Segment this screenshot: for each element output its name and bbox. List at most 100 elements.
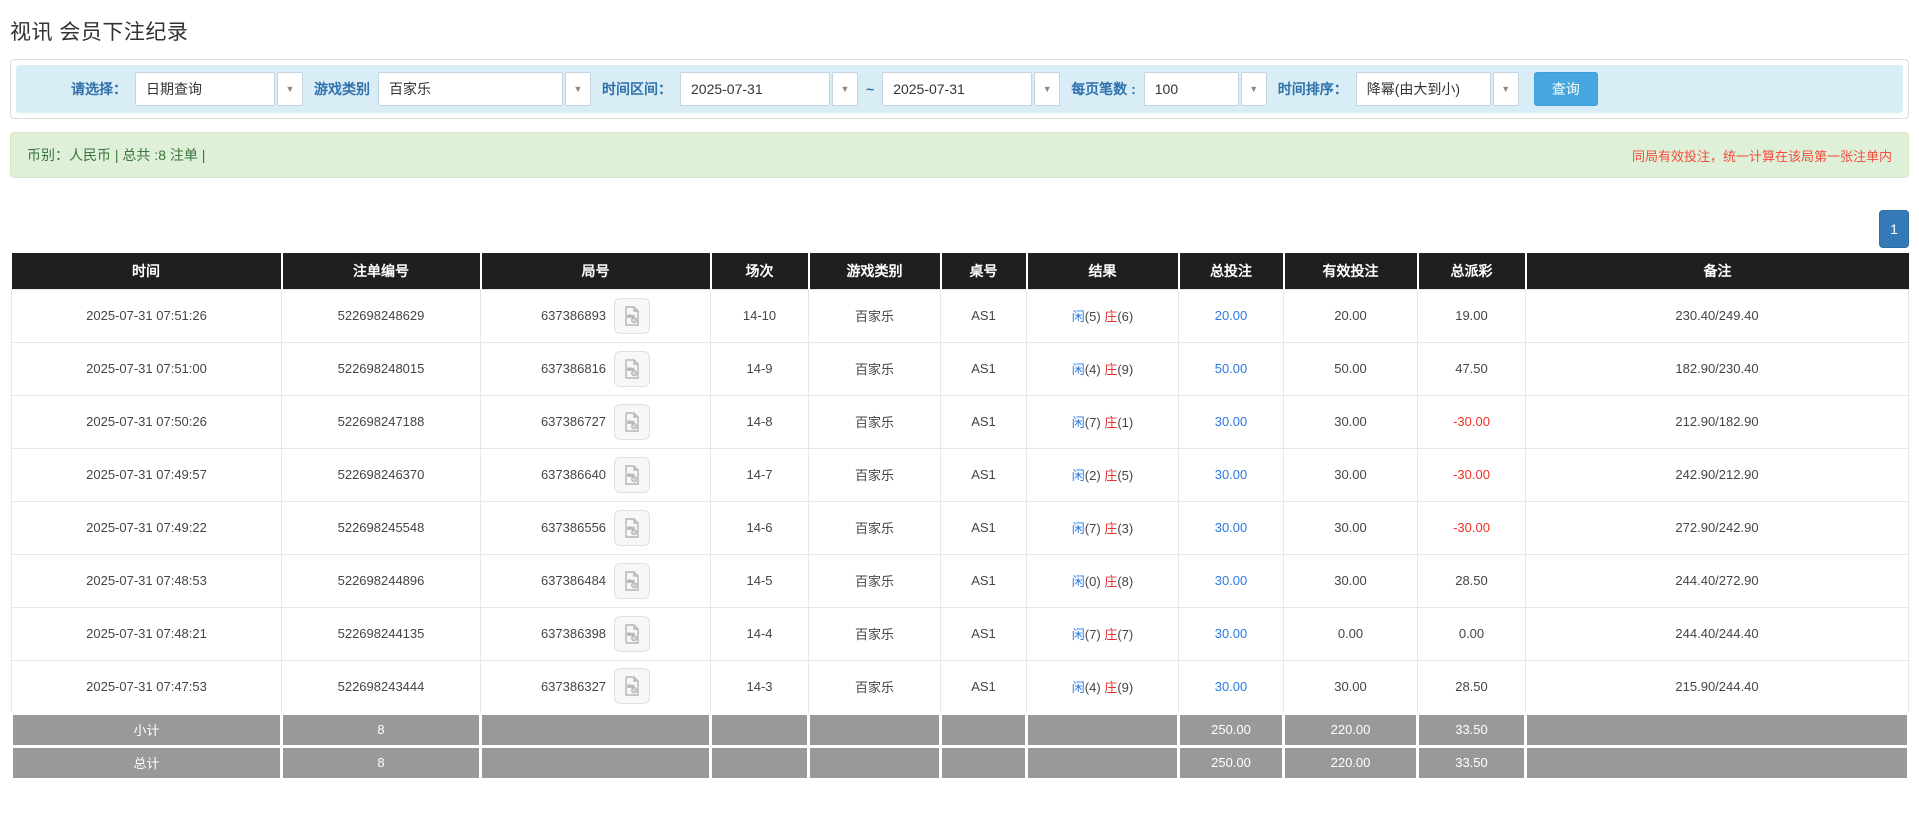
result-player-score: (7) xyxy=(1084,415,1101,430)
cell-result: 闲(7) 庄(1) xyxy=(1026,394,1179,449)
view-video-button[interactable] xyxy=(614,297,651,334)
view-video-button[interactable] xyxy=(614,615,651,652)
filter-group-game: 游戏类别 ▼ xyxy=(314,72,591,106)
cell-result: 闲(7) 庄(3) xyxy=(1026,500,1179,555)
cell-valid-bet: 30.00 xyxy=(1283,659,1418,714)
view-video-button[interactable] xyxy=(614,509,651,546)
cell-table-number: AS1 xyxy=(940,659,1027,714)
time-sort-label: 时间排序： xyxy=(1277,81,1348,97)
result-banker: 庄 xyxy=(1104,309,1118,324)
select-type-dropdown: ▼ xyxy=(135,72,303,106)
cell-game-category: 百家乐 xyxy=(808,394,941,449)
grand-total-valid-bet: 220.00 xyxy=(1282,744,1419,781)
cell-valid-bet: 30.00 xyxy=(1283,500,1418,555)
game-category-input[interactable] xyxy=(378,72,563,106)
filter-group-per-page: 每页笔数 : ▼ xyxy=(1071,72,1267,106)
result-banker: 庄 xyxy=(1104,468,1118,483)
result-player: 闲 xyxy=(1071,627,1085,642)
view-video-button[interactable] xyxy=(614,350,651,387)
cell-bet-number: 522698248015 xyxy=(281,341,481,396)
empty-cell xyxy=(807,711,942,748)
table-row: 2025-07-31 07:48:21 522698244135 637386398… xyxy=(11,606,1909,661)
cell-total-bet[interactable]: 30.00 xyxy=(1178,447,1284,502)
cell-result: 闲(4) 庄(9) xyxy=(1026,341,1179,396)
caret-down-icon[interactable]: ▼ xyxy=(565,72,591,106)
view-video-button[interactable] xyxy=(614,562,651,599)
caret-down-icon[interactable]: ▼ xyxy=(1492,72,1519,106)
subtotal-payout: 33.50 xyxy=(1416,711,1527,748)
result-player: 闲 xyxy=(1071,415,1085,430)
bet-records-table: 时间 注单编号 局号 场次 游戏类别 桌号 结果 总投注 有效投注 总派彩 备注 2025-07-3… xyxy=(10,253,1910,781)
cell-game-category: 百家乐 xyxy=(808,341,941,396)
cell-total-bet[interactable]: 30.00 xyxy=(1178,394,1284,449)
column-header: 场次 xyxy=(710,253,810,289)
cell-note: 215.90/244.40 xyxy=(1525,659,1909,714)
search-button[interactable]: 查询 xyxy=(1533,72,1598,106)
result-banker: 庄 xyxy=(1104,362,1118,377)
cell-total-bet[interactable]: 30.00 xyxy=(1178,659,1284,714)
result-player-score: (7) xyxy=(1084,521,1101,536)
cell-total-bet[interactable]: 30.00 xyxy=(1178,500,1284,555)
cell-result: 闲(2) 庄(5) xyxy=(1026,447,1179,502)
cell-note: 230.40/249.40 xyxy=(1525,288,1909,343)
cell-game-number: 637386727 xyxy=(480,394,711,449)
cell-result: 闲(0) 庄(8) xyxy=(1026,553,1179,608)
caret-down-icon[interactable]: ▼ xyxy=(1240,72,1267,106)
subtotal-row: 小计 8 250.00 220.00 33.50 xyxy=(10,711,1910,748)
cell-time: 2025-07-31 07:48:53 xyxy=(11,553,282,608)
result-player: 闲 xyxy=(1071,679,1085,695)
caret-down-icon[interactable]: ▼ xyxy=(832,72,858,106)
per-page-label: 每页笔数 : xyxy=(1071,81,1136,97)
grand-total-payout: 33.50 xyxy=(1416,744,1527,781)
cell-total-bet[interactable]: 30.00 xyxy=(1178,553,1284,608)
cell-payout: 47.50 xyxy=(1417,341,1526,396)
video-file-icon xyxy=(625,517,639,538)
view-video-button[interactable] xyxy=(614,668,651,704)
time-sort-input[interactable] xyxy=(1355,72,1491,106)
result-banker-score: (6) xyxy=(1117,309,1134,324)
cell-total-bet[interactable]: 30.00 xyxy=(1178,606,1284,661)
date-to-input[interactable] xyxy=(882,72,1033,106)
column-header: 总投注 xyxy=(1178,253,1285,289)
cell-note: 244.40/244.40 xyxy=(1525,606,1909,661)
cell-result: 闲(7) 庄(7) xyxy=(1026,606,1179,661)
cell-game-category: 百家乐 xyxy=(808,288,941,343)
empty-cell xyxy=(479,711,712,748)
per-page-input[interactable] xyxy=(1143,72,1239,106)
cell-game-category: 百家乐 xyxy=(808,606,941,661)
cell-session: 14-6 xyxy=(710,500,809,555)
empty-cell xyxy=(479,744,712,781)
cell-table-number: AS1 xyxy=(940,553,1027,608)
view-video-button[interactable] xyxy=(614,456,651,493)
cell-game-number: 637386640 xyxy=(480,447,711,502)
result-banker-score: (1) xyxy=(1117,415,1134,430)
empty-cell xyxy=(709,744,810,781)
cell-note: 242.90/212.90 xyxy=(1525,447,1909,502)
date-range-label: 时间区间： xyxy=(602,81,672,97)
cell-session: 14-4 xyxy=(710,606,809,661)
view-video-button[interactable] xyxy=(614,403,651,440)
subtotal-valid-bet: 220.00 xyxy=(1282,711,1419,748)
caret-down-icon[interactable]: ▼ xyxy=(1034,72,1061,106)
cell-game-category: 百家乐 xyxy=(808,553,941,608)
cell-total-bet[interactable]: 20.00 xyxy=(1178,288,1284,343)
page-1-button[interactable]: 1 xyxy=(1879,210,1909,248)
cell-bet-number: 522698246370 xyxy=(281,447,481,502)
cell-time: 2025-07-31 07:47:53 xyxy=(11,659,282,714)
cell-table-number: AS1 xyxy=(940,341,1027,396)
pagination: 1 xyxy=(10,210,1909,249)
game-number: 637386484 xyxy=(540,573,607,588)
cell-valid-bet: 30.00 xyxy=(1283,553,1418,608)
subtotal-total-bet: 250.00 xyxy=(1177,711,1285,748)
select-type-input[interactable] xyxy=(135,72,275,106)
subtotal-count: 8 xyxy=(280,711,482,748)
caret-down-icon[interactable]: ▼ xyxy=(277,72,303,106)
cell-total-bet[interactable]: 50.00 xyxy=(1178,341,1284,396)
date-to-dropdown: ▼ xyxy=(882,72,1061,106)
cell-result: 闲(4) 庄(9) xyxy=(1026,659,1179,714)
cell-game-number: 637386893 xyxy=(480,288,711,343)
result-player: 闲 xyxy=(1071,521,1085,536)
empty-cell xyxy=(807,744,942,781)
date-from-input[interactable] xyxy=(680,72,830,106)
cell-result: 闲(5) 庄(6) xyxy=(1026,288,1179,343)
